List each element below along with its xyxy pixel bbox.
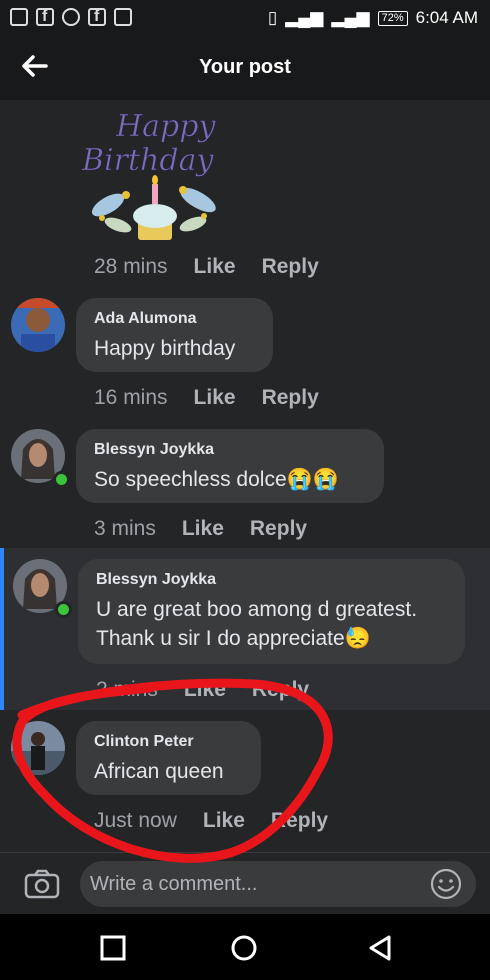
comment-text-line: Thank u sir I do appreciate😓 <box>96 627 371 650</box>
page-title: Your post <box>199 56 291 78</box>
comment-meta: 2 mins Like Reply <box>96 678 309 702</box>
like-button[interactable]: Like <box>182 517 224 541</box>
notification-icons <box>10 8 132 26</box>
comment-time: 16 mins <box>94 386 168 409</box>
comment-bubble[interactable]: Blessyn Joykka U are great boo among d g… <box>78 559 465 664</box>
sticker-word-happy: Happy <box>115 109 216 144</box>
comment-text: Happy birthday <box>94 337 236 360</box>
reply-button[interactable]: Reply <box>262 255 319 279</box>
like-button[interactable]: Like <box>194 255 236 279</box>
comment-meta: 16 mins Like Reply <box>94 386 319 410</box>
commenter-name[interactable]: Blessyn Joykka <box>94 441 366 459</box>
comment-meta: 3 mins Like Reply <box>94 517 307 541</box>
birthday-sticker[interactable]: Happy Birthday <box>78 100 228 248</box>
camera-icon[interactable] <box>24 869 60 899</box>
sticker-word-birthday: Birthday <box>81 143 214 178</box>
comment-text: African queen <box>94 760 224 783</box>
comments-thread: Happy Birthday 28 mins Like Reply Ada Al… <box>0 100 490 852</box>
commenter-name[interactable]: Clinton Peter <box>94 733 243 751</box>
comment-input[interactable]: Write a comment... <box>80 861 476 907</box>
status-bar: ▯ ▂▄▆ ▂▄▆ 72% 6:04 AM <box>0 0 490 34</box>
system-navigation-bar <box>0 914 490 980</box>
system-status: ▯ ▂▄▆ ▂▄▆ 72% 6:04 AM <box>268 8 478 28</box>
comment-bubble[interactable]: Ada Alumona Happy birthday <box>76 298 273 372</box>
comment-time: Just now <box>94 809 177 832</box>
signal-icon: ▂▄▆ <box>285 8 324 27</box>
clock: 6:04 AM <box>415 8 478 27</box>
battery-indicator: 72% <box>377 10 408 26</box>
reply-button[interactable]: Reply <box>271 809 328 833</box>
app-header: Your post <box>0 34 490 100</box>
image-icon <box>114 8 132 26</box>
comment-meta: Just now Like Reply <box>94 809 328 833</box>
recent-apps-icon[interactable] <box>99 934 127 962</box>
comment-time: 28 mins <box>94 255 168 278</box>
comment-time: 3 mins <box>94 517 156 540</box>
commenter-name[interactable]: Blessyn Joykka <box>96 571 447 589</box>
online-indicator <box>55 601 72 618</box>
like-button[interactable]: Like <box>194 386 236 410</box>
emoji-icon[interactable] <box>430 868 462 900</box>
vibrate-icon: ▯ <box>267 8 278 27</box>
commenter-name[interactable]: Ada Alumona <box>94 310 255 328</box>
reply-button[interactable]: Reply <box>252 678 309 702</box>
reply-button[interactable]: Reply <box>250 517 307 541</box>
comment-time: 2 mins <box>96 678 158 701</box>
back-nav-icon[interactable] <box>366 934 394 962</box>
avatar[interactable] <box>11 721 65 775</box>
like-button[interactable]: Like <box>184 678 226 702</box>
comment-meta: 28 mins Like Reply <box>94 255 319 279</box>
reply-button[interactable]: Reply <box>262 386 319 410</box>
comment-composer: Write a comment... <box>0 852 490 914</box>
home-icon[interactable] <box>230 934 258 962</box>
facebook-icon <box>88 8 106 26</box>
comment-text-line: U are great boo among d greatest. <box>96 598 418 621</box>
signal-4g-icon: ▂▄▆ <box>331 8 370 27</box>
comment-text: So speechless dolce😭😭 <box>94 468 339 491</box>
facebook-icon <box>36 8 54 26</box>
message-icon <box>10 8 28 26</box>
avatar[interactable] <box>11 298 65 352</box>
comment-bubble[interactable]: Clinton Peter African queen <box>76 721 261 795</box>
online-indicator <box>53 471 70 488</box>
comment-bubble[interactable]: Blessyn Joykka So speechless dolce😭😭 <box>76 429 384 503</box>
messenger-icon <box>62 8 80 26</box>
like-button[interactable]: Like <box>203 809 245 833</box>
